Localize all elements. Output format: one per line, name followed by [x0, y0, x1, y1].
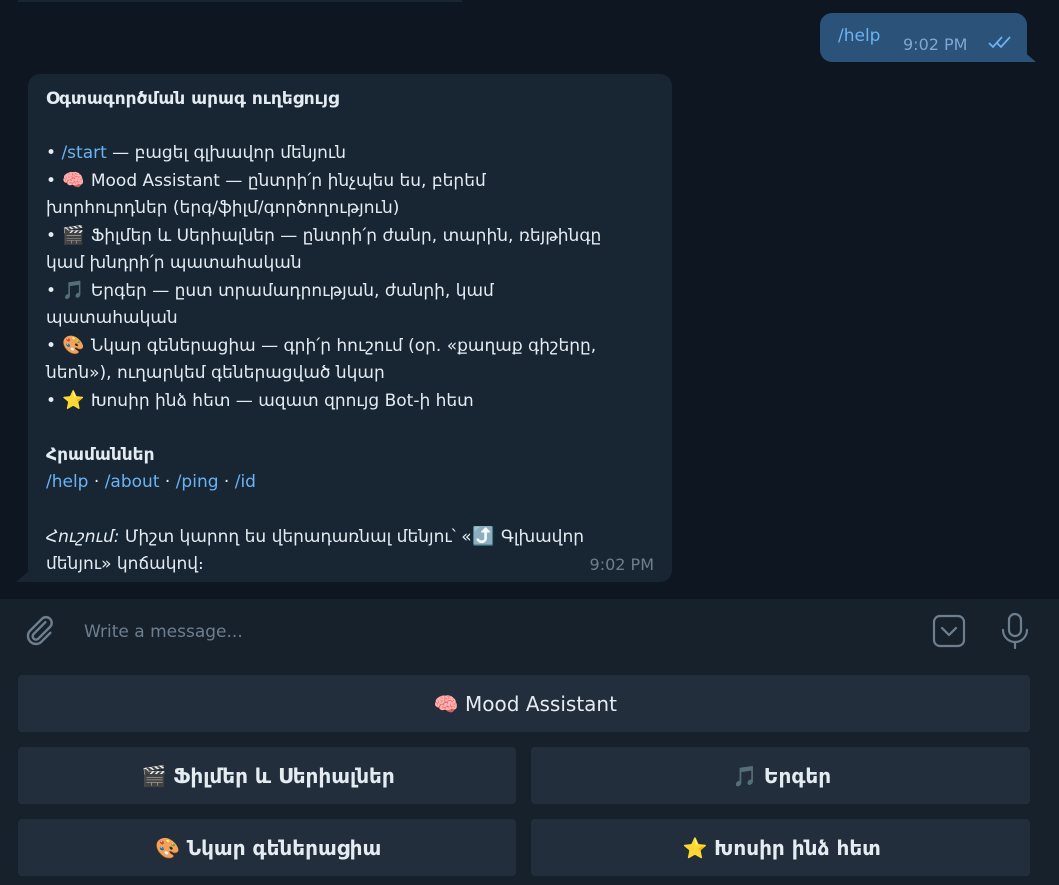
image-generation-button[interactable]: 🎨 Նկար գեներացիա [18, 819, 516, 876]
list-item-continuation: խորհուրդներ (երգ/ֆիլմ/գործողություն) [46, 198, 400, 218]
list-item: • ⭐ Խոսիր ինձ հետ — ազատ զրույց Bot-ի հե… [46, 387, 661, 415]
help-message-body: Օգտագործման արագ ուղեցույց • /start — բա… [46, 86, 661, 578]
mood-assistant-button[interactable]: 🧠 Mood Assistant [18, 675, 1030, 732]
button-label: Ֆիլմեր և Սերիալներ [173, 763, 395, 788]
bot-keyboard-toggle-icon[interactable] [932, 614, 966, 652]
incoming-bubble-tail [16, 570, 30, 582]
start-command-link[interactable]: /start [61, 143, 106, 163]
tip-label: Հուշում: [46, 527, 120, 547]
incoming-message[interactable]: Օգտագործման արագ ուղեցույց • /start — բա… [28, 74, 672, 582]
list-item: • 🧠 Mood Assistant — ընտրի՛ր ինչպես ես, … [46, 167, 661, 195]
movies-series-button[interactable]: 🎬 Ֆիլմեր և Սերիալներ [18, 747, 516, 804]
arrow-up-right-icon: ⤴️ [472, 526, 495, 547]
songs-button[interactable]: 🎵 Երգեր [531, 747, 1030, 804]
message-input[interactable] [82, 617, 906, 647]
incoming-message-time: 9:02 PM [589, 555, 654, 574]
list-item: • /start — բացել գլխավոր մենյուն [46, 143, 347, 163]
help-command-link[interactable]: /help [46, 472, 88, 492]
tip-text-continuation: մենյու» կոճակով։ [46, 554, 204, 574]
tip-text: Հուշում: Միշտ կարող ես վերադառնալ մենյու… [46, 523, 661, 551]
message-composer [0, 599, 1059, 663]
list-item-continuation: պատահական [46, 308, 178, 328]
commands-list: /help · /about · /ping · /id [46, 472, 256, 492]
id-command-link[interactable]: /id [235, 472, 256, 492]
outgoing-message-text[interactable]: /help [838, 26, 880, 46]
help-title: Օգտագործման արագ ուղեցույց [46, 89, 339, 109]
chat-area: /help 9:02 PM Օգտագործման արագ ուղեցույց… [0, 0, 1059, 598]
button-label: Նկար գեներացիա [186, 835, 382, 860]
brain-icon: 🧠 [62, 170, 85, 191]
star-icon: ⭐ [62, 390, 85, 411]
palette-icon: 🎨 [62, 335, 85, 356]
button-label: Mood Assistant [465, 691, 617, 716]
microphone-icon[interactable] [1000, 612, 1030, 654]
outgoing-bubble-tail [1022, 50, 1036, 62]
double-check-icon [988, 34, 1016, 53]
list-item: • 🎬 Ֆիլմեր և Սերիալներ — ընտրի՛ր ժանր, տ… [46, 222, 661, 250]
list-item: • 🎵 Երգեր — ըստ տրամադրության, ժանրի, կա… [46, 277, 661, 305]
brain-icon: 🧠 [433, 691, 459, 716]
outgoing-message-time: 9:02 PM [903, 35, 968, 54]
button-label: Խոսիր ինձ հետ [714, 835, 881, 860]
bot-reply-keyboard: 🧠 Mood Assistant 🎬 Ֆիլմեր և Սերիալներ 🎵 Երգ… [0, 663, 1059, 885]
music-note-icon: 🎵 [732, 763, 758, 788]
button-label: Երգեր [763, 763, 832, 788]
paperclip-icon[interactable] [22, 613, 56, 651]
outgoing-message[interactable]: /help 9:02 PM [820, 13, 1027, 62]
ping-command-link[interactable]: /ping [176, 472, 219, 492]
talk-to-me-button[interactable]: ⭐ Խոսիր ինձ հետ [531, 819, 1030, 876]
commands-title: Հրամաններ [46, 445, 155, 465]
music-note-icon: 🎵 [62, 280, 85, 301]
clapperboard-icon: 🎬 [141, 763, 167, 788]
list-item-continuation: կամ խնդրի՛ր պատահական [46, 253, 302, 273]
star-icon: ⭐ [682, 835, 708, 860]
list-item-continuation: նեոն»), ուղարկեմ գեներացված նկար [46, 363, 385, 383]
clapperboard-icon: 🎬 [62, 225, 85, 246]
palette-icon: 🎨 [155, 835, 181, 860]
previous-message-edge [18, 0, 462, 2]
list-item: • 🎨 Նկար գեներացիա — գրի՛ր հուշում (օր. … [46, 332, 661, 360]
about-command-link[interactable]: /about [105, 472, 160, 492]
